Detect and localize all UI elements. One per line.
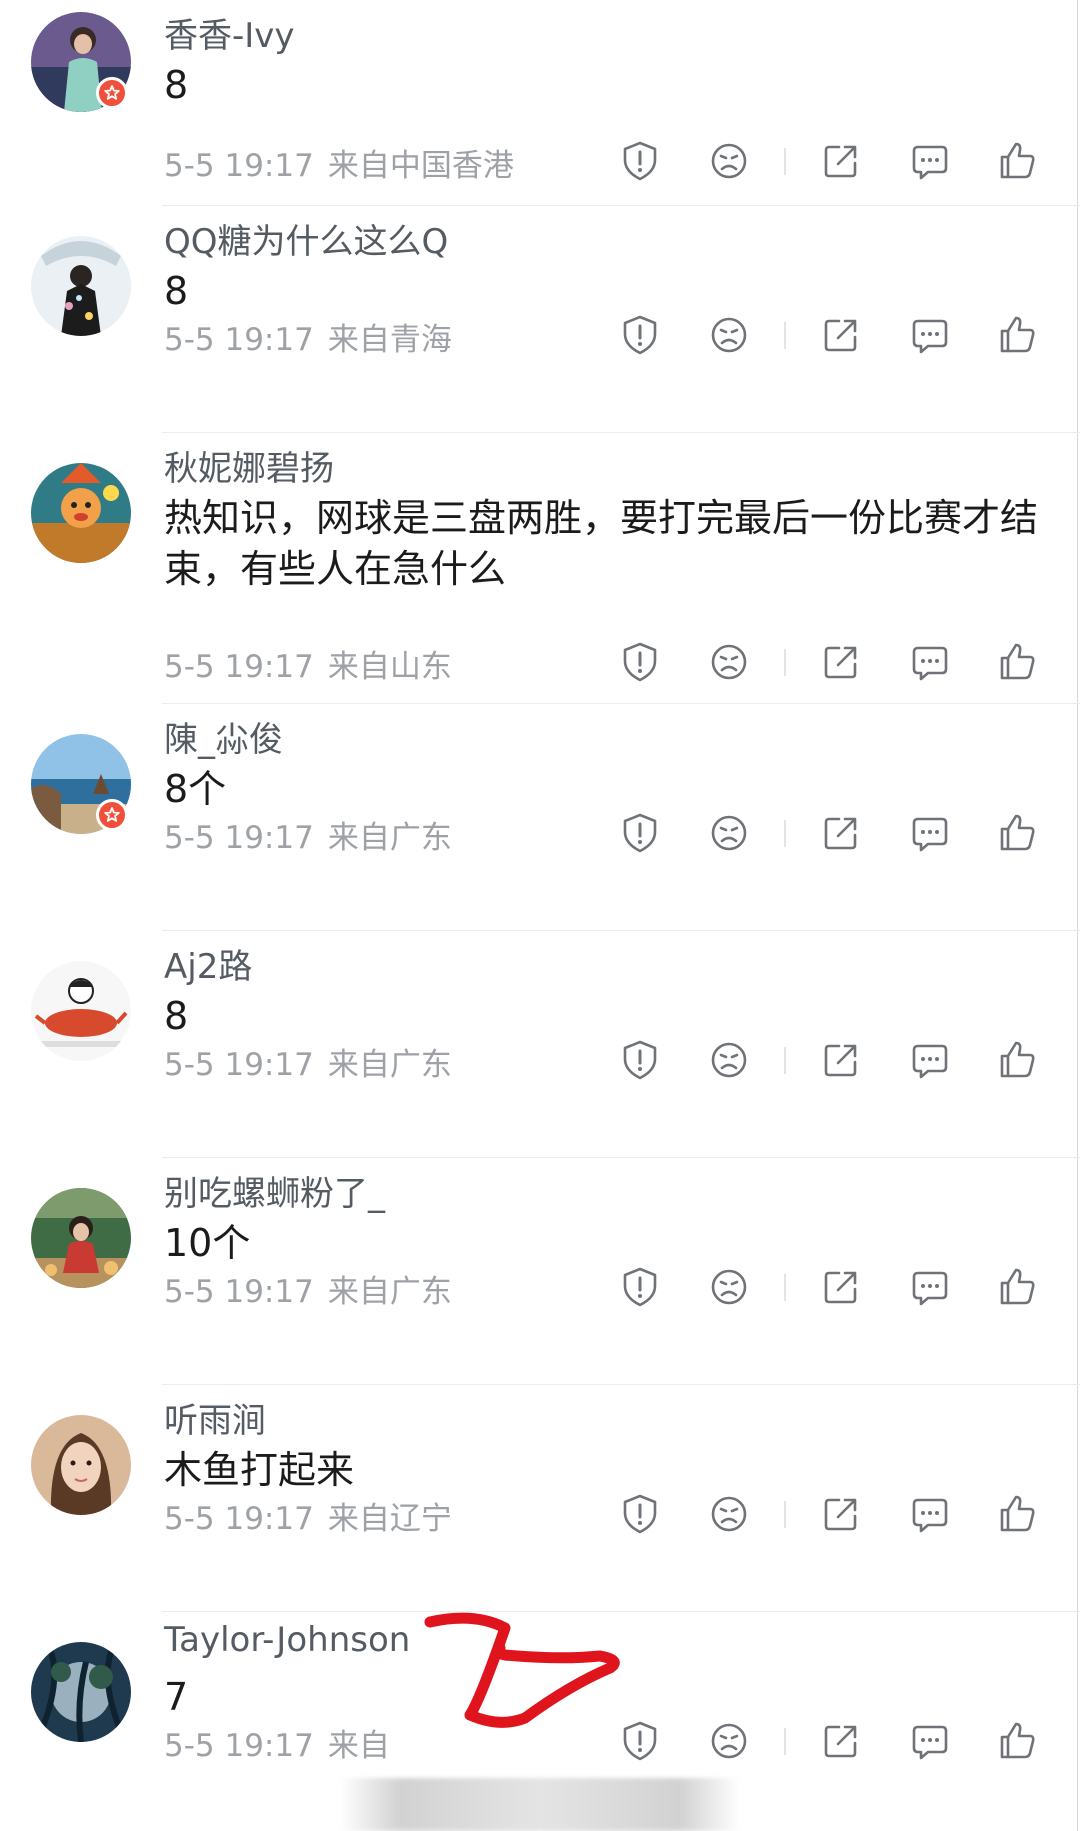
comment-text: 7 — [164, 1675, 189, 1719]
action-bar — [0, 1718, 1080, 1764]
username[interactable]: 听雨涧 — [164, 1393, 266, 1442]
share-icon[interactable] — [818, 810, 864, 856]
comment-text: 8个 — [164, 767, 227, 811]
reply-icon[interactable] — [907, 1718, 953, 1764]
username[interactable]: 秋妮娜碧扬 — [164, 441, 334, 490]
dislike-icon[interactable] — [706, 138, 752, 184]
verified-badge-icon — [96, 77, 128, 109]
share-icon[interactable] — [818, 312, 864, 358]
action-separator — [784, 1274, 786, 1301]
username[interactable]: 陳_尛俊 — [164, 712, 283, 761]
like-icon[interactable] — [995, 1037, 1041, 1083]
share-icon[interactable] — [818, 138, 864, 184]
comment-item: 听雨涧 木鱼打起来 5-5 19:17 来自辽宁 — [0, 1385, 1080, 1612]
action-separator — [784, 148, 786, 175]
share-icon[interactable] — [818, 639, 864, 685]
report-icon[interactable] — [617, 138, 663, 184]
action-separator — [784, 1047, 786, 1074]
report-icon[interactable] — [617, 1264, 663, 1310]
reply-icon[interactable] — [907, 138, 953, 184]
action-separator — [784, 649, 786, 676]
comment-item: 香香-Ivy 8 5-5 19:17 来自中国香港 — [0, 0, 1080, 206]
dislike-icon[interactable] — [706, 810, 752, 856]
action-separator — [784, 1728, 786, 1755]
report-icon[interactable] — [617, 1037, 663, 1083]
share-icon[interactable] — [818, 1491, 864, 1537]
action-separator — [784, 820, 786, 847]
action-bar — [0, 1037, 1080, 1083]
action-separator — [784, 322, 786, 349]
action-bar — [0, 1491, 1080, 1537]
reply-icon[interactable] — [907, 1491, 953, 1537]
like-icon[interactable] — [995, 1491, 1041, 1537]
like-icon[interactable] — [995, 138, 1041, 184]
share-icon[interactable] — [818, 1037, 864, 1083]
action-separator — [784, 1501, 786, 1528]
like-icon[interactable] — [995, 639, 1041, 685]
report-icon[interactable] — [617, 1718, 663, 1764]
comment-feed: 香香-Ivy 8 5-5 19:17 来自中国香港 QQ糖为什么这么Q 8 5-… — [0, 0, 1080, 1831]
report-icon[interactable] — [617, 639, 663, 685]
comment-text: 8 — [164, 994, 189, 1038]
dislike-icon[interactable] — [706, 1264, 752, 1310]
username[interactable]: 别吃螺蛳粉了_ — [164, 1166, 385, 1215]
dislike-icon[interactable] — [706, 1037, 752, 1083]
comment-text: 8 — [164, 63, 189, 107]
comment-text: 10个 — [164, 1221, 251, 1265]
avatar[interactable] — [31, 463, 131, 563]
comment-text: 8 — [164, 269, 189, 313]
report-icon[interactable] — [617, 312, 663, 358]
username[interactable]: Aj2路 — [164, 939, 252, 988]
like-icon[interactable] — [995, 810, 1041, 856]
reply-icon[interactable] — [907, 810, 953, 856]
dislike-icon[interactable] — [706, 639, 752, 685]
like-icon[interactable] — [995, 312, 1041, 358]
dislike-icon[interactable] — [706, 1718, 752, 1764]
username[interactable]: QQ糖为什么这么Q — [164, 214, 448, 263]
action-bar — [0, 312, 1080, 358]
action-bar — [0, 639, 1080, 685]
comment-item: QQ糖为什么这么Q 8 5-5 19:17 来自青海 — [0, 206, 1080, 433]
reply-icon[interactable] — [907, 1264, 953, 1310]
comment-item: 陳_尛俊 8个 5-5 19:17 来自广东 — [0, 704, 1080, 931]
comment-item: 别吃螺蛳粉了_ 10个 5-5 19:17 来自广东 — [0, 1158, 1080, 1385]
report-icon[interactable] — [617, 1491, 663, 1537]
action-bar — [0, 1264, 1080, 1310]
dislike-icon[interactable] — [706, 1491, 752, 1537]
action-bar — [0, 138, 1080, 184]
reply-icon[interactable] — [907, 639, 953, 685]
comment-item: 秋妮娜碧扬 热知识，网球是三盘两胜，要打完最后一份比赛才结束，有些人在急什么 5… — [0, 433, 1080, 704]
action-bar — [0, 810, 1080, 856]
comment-text: 热知识，网球是三盘两胜，要打完最后一份比赛才结束，有些人在急什么 — [164, 496, 1039, 591]
report-icon[interactable] — [617, 810, 663, 856]
watermark-overlay — [340, 1778, 740, 1831]
username[interactable]: 香香-Ivy — [164, 8, 295, 57]
like-icon[interactable] — [995, 1264, 1041, 1310]
share-icon[interactable] — [818, 1718, 864, 1764]
comment-text: 木鱼打起来 — [164, 1448, 355, 1492]
reply-icon[interactable] — [907, 312, 953, 358]
like-icon[interactable] — [995, 1718, 1041, 1764]
reply-icon[interactable] — [907, 1037, 953, 1083]
dislike-icon[interactable] — [706, 312, 752, 358]
username[interactable]: Taylor-Johnson — [164, 1620, 410, 1660]
share-icon[interactable] — [818, 1264, 864, 1310]
comment-item: Aj2路 8 5-5 19:17 来自广东 — [0, 931, 1080, 1158]
